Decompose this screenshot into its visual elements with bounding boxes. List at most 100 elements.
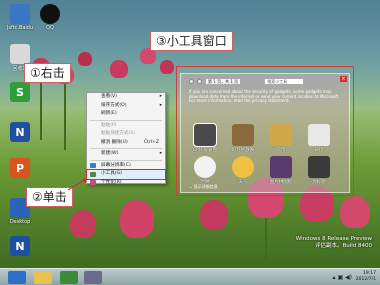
gadget-picture-puzzle[interactable]: 图片拼图板 <box>267 156 295 185</box>
personalize-icon <box>90 180 96 185</box>
tulip-stem <box>64 80 66 150</box>
desktop[interactable]: Jsftc.Baidu QQ 回收站 S N P Desktop N ①右击 ➤… <box>0 0 380 268</box>
menu-item-shortcut: Ctrl+Z <box>143 139 159 145</box>
clock-date: 2012/7/1 <box>355 277 376 282</box>
gadget-security-info: If you are concerned about the security … <box>189 89 340 104</box>
watermark-line2: 评估副本。Build 8400 <box>314 242 372 249</box>
page-indicator: 第 1 页，共 1 页 <box>205 78 242 85</box>
show-details-toggle[interactable]: ⌄ 显示详细信息 <box>189 184 218 190</box>
system-tray-icons[interactable]: ▴ ▣ ◀) <box>333 274 352 281</box>
menu-item-undo-delete[interactable]: 撤消 删除(U) Ctrl+Z <box>87 139 165 148</box>
menu-item-view[interactable]: 查看(V) ▸ <box>87 93 165 102</box>
gadget-name: 幻灯片放映 <box>231 148 255 153</box>
submenu-arrow-icon: ▸ <box>159 151 162 156</box>
tulip-flower <box>110 60 128 78</box>
currency-icon <box>270 124 292 146</box>
menu-separator <box>90 148 162 149</box>
powerpoint-icon: P <box>10 158 30 178</box>
desktop-icon-app-p[interactable]: P <box>2 158 38 179</box>
tulip-flower <box>160 60 174 74</box>
menu-item-label: 粘贴快捷方式(S) <box>101 131 136 136</box>
watermark-line1: Windows 8 Release Preview <box>295 236 372 242</box>
recycle-bin-icon <box>10 44 30 64</box>
gadget-weather[interactable]: 天气 <box>229 156 257 185</box>
menu-item-label: 新建(W) <box>101 151 119 156</box>
menu-item-label: 粘贴(P) <box>101 122 117 128</box>
desktop-icon-app-s[interactable]: S <box>2 82 38 103</box>
menu-item-label: 刷新(E) <box>101 111 117 116</box>
taskbar: ▴ ▣ ◀) 19:17 2012/7/1 <box>0 268 380 285</box>
feed-headlines-icon <box>308 156 330 178</box>
menu-item-sort-by[interactable]: 排序方式(O) ▸ <box>87 102 165 111</box>
prev-page-icon[interactable] <box>189 79 194 84</box>
browser-icon <box>10 4 30 24</box>
display-icon <box>90 163 96 168</box>
desktop-icon-app-n2[interactable]: N <box>2 236 38 257</box>
qq-penguin-icon <box>40 4 60 24</box>
desktop-icon-label: Desktop <box>9 219 31 225</box>
menu-item-label: 屏幕分辨率(C) <box>101 162 131 168</box>
slideshow-icon <box>232 124 254 146</box>
green-s-app-icon: S <box>10 82 30 102</box>
gadgets-icon <box>90 171 96 177</box>
blue-n-app-icon: N <box>10 122 30 142</box>
gadget-name: 图片拼图板 <box>269 180 293 185</box>
desktop-context-menu: 查看(V) ▸ 排序方式(O) ▸ 刷新(E) 粘贴(P) 粘贴快捷方式(S) … <box>86 92 166 185</box>
desktop-icon-label: QQ <box>46 25 54 31</box>
menu-item-personalize[interactable]: 个性化(R) <box>87 179 165 188</box>
desktop-icon-app-n[interactable]: N <box>2 122 38 143</box>
gadget-name: CPU 仪表盘 <box>192 148 218 153</box>
submenu-arrow-icon: ▸ <box>159 94 162 99</box>
gadget-name: 货币 <box>276 148 286 153</box>
cpu-meter-icon <box>193 123 217 147</box>
tulip-flower <box>200 200 228 230</box>
annotation-step3: ③小工具窗口 <box>150 31 233 51</box>
show-details-label: 显示详细信息 <box>193 184 218 189</box>
tulip-flower <box>120 200 154 238</box>
tulip-flower <box>78 52 92 66</box>
gadget-window: 第 1 页，共 1 页 搜索小工具 × If you are concerned… <box>180 73 350 193</box>
tulip-flower <box>70 210 96 238</box>
menu-item-label: 小工具(G) <box>101 171 122 176</box>
gadget-calendar[interactable]: 日历 <box>305 124 333 153</box>
picture-puzzle-icon <box>270 156 292 178</box>
menu-item-screen-resolution[interactable]: 屏幕分辨率(C) <box>87 162 165 171</box>
clock-icon <box>194 156 216 178</box>
menu-item-gadgets[interactable]: 小工具(G) <box>86 169 166 180</box>
gadget-window-toolbar: 第 1 页，共 1 页 搜索小工具 <box>189 77 343 86</box>
menu-item-label: 排序方式(O) <box>101 102 127 108</box>
os-watermark: Windows 8 Release Preview 评估副本。Build 840… <box>296 236 372 249</box>
menu-item-label: 查看(V) <box>101 94 117 99</box>
menu-item-paste-shortcut[interactable]: 粘贴快捷方式(S) <box>87 130 165 139</box>
gadget-name: 天气 <box>238 180 248 185</box>
submenu-arrow-icon: ▸ <box>159 102 162 108</box>
gadget-search-input[interactable]: 搜索小工具 <box>264 78 305 85</box>
annotation-step1: ①右击 <box>24 63 71 83</box>
ie-browser-icon[interactable] <box>8 271 26 284</box>
menu-item-refresh[interactable]: 刷新(E) <box>87 110 165 119</box>
clock[interactable]: 19:17 2012/7/1 <box>356 271 376 283</box>
menu-item-paste[interactable]: 粘贴(P) <box>87 122 165 131</box>
blue-n-app-icon: N <box>10 236 30 256</box>
calendar-icon <box>308 124 330 146</box>
gadget-feed-headlines[interactable]: 源标题 <box>305 156 333 185</box>
menu-item-new[interactable]: 新建(W) ▸ <box>87 150 165 159</box>
file-explorer-icon[interactable] <box>34 271 52 284</box>
menu-item-label: 个性化(R) <box>101 179 122 185</box>
tulip-flower <box>340 196 370 228</box>
menu-item-label: 撤消 删除(U) <box>101 139 128 145</box>
next-page-icon[interactable] <box>197 79 202 84</box>
gadget-slideshow[interactable]: 幻灯片放映 <box>229 124 257 153</box>
weather-sun-icon <box>232 156 254 178</box>
gadget-cpu-meter[interactable]: CPU 仪表盘 <box>191 123 219 153</box>
close-icon[interactable]: × <box>340 76 347 82</box>
taskbar-app-icon[interactable] <box>60 271 78 284</box>
gadget-name: 日历 <box>314 148 324 153</box>
gadget-currency[interactable]: 货币 <box>267 124 295 153</box>
taskbar-app-icon[interactable] <box>84 271 102 284</box>
menu-separator <box>90 159 162 161</box>
desktop-icon-qq[interactable]: QQ <box>32 4 68 31</box>
menu-separator <box>90 119 162 121</box>
gadget-clock[interactable]: 时钟 <box>191 156 219 185</box>
gadget-name: 源标题 <box>312 180 326 185</box>
